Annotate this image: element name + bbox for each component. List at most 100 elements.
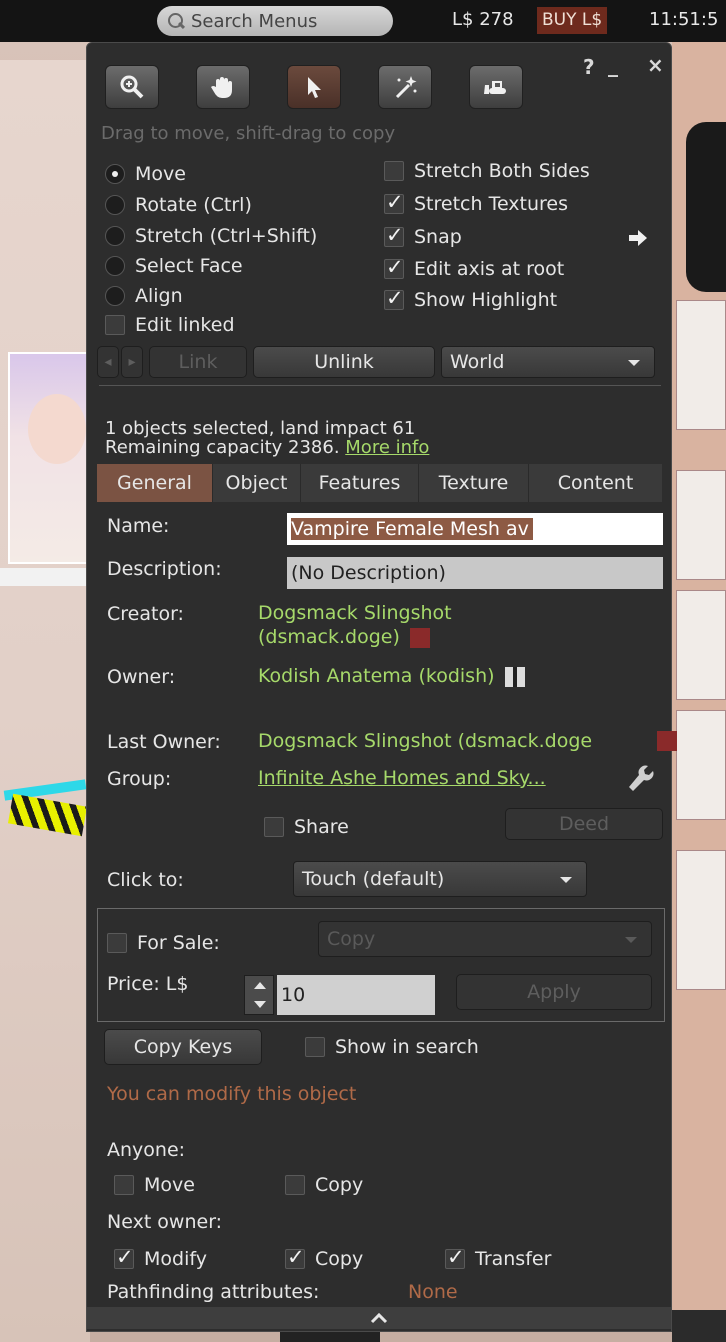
link-button[interactable]: Link — [149, 346, 247, 378]
status-bar: Search Menus L$ 278 BUY L$ 11:51:5 — [0, 0, 726, 42]
checkbox-box[interactable] — [384, 223, 404, 247]
last-owner-label: Last Owner: — [107, 731, 221, 753]
arrow-right-icon[interactable] — [627, 227, 649, 249]
price-input[interactable]: 10 — [277, 975, 435, 1015]
spinner-up-icon[interactable] — [254, 982, 266, 989]
creator-profile-icon[interactable] — [409, 627, 430, 648]
radio-align[interactable]: Align — [105, 285, 183, 307]
owner-profile-icon[interactable] — [504, 666, 525, 687]
tab-texture[interactable]: Texture — [419, 464, 529, 502]
tab-content[interactable]: Content — [529, 464, 662, 502]
more-info-link[interactable]: More info — [345, 437, 429, 458]
collapse-handle[interactable] — [87, 1307, 671, 1329]
anyone-move-checkbox[interactable]: Move — [114, 1174, 195, 1196]
stretch-textures-checkbox[interactable]: Stretch Textures — [384, 190, 568, 215]
minimize-button[interactable]: _ — [608, 53, 618, 77]
wrench-icon[interactable] — [627, 765, 657, 795]
creator-username[interactable]: (dsmack.doge) — [258, 625, 430, 649]
move-tool-button[interactable] — [196, 65, 250, 109]
sale-type-value: Copy — [327, 928, 376, 950]
checkbox-box[interactable] — [264, 817, 284, 837]
checkbox-label: Share — [294, 816, 349, 838]
radio-stretch[interactable]: Stretch (Ctrl+Shift) — [105, 225, 317, 247]
apply-button[interactable]: Apply — [456, 974, 652, 1010]
checkbox-label: Modify — [144, 1248, 207, 1270]
checkbox-box[interactable] — [107, 933, 127, 953]
radio-move[interactable]: Move — [105, 163, 186, 185]
radio-indicator[interactable] — [105, 195, 125, 215]
tab-object[interactable]: Object — [213, 464, 301, 502]
create-tool-button[interactable] — [378, 65, 432, 109]
buy-currency-button[interactable]: BUY L$ — [537, 7, 608, 34]
edit-axis-at-root-checkbox[interactable]: Edit axis at root — [384, 255, 564, 280]
checkbox-box[interactable] — [105, 315, 125, 335]
radio-rotate[interactable]: Rotate (Ctrl) — [105, 194, 252, 216]
checkbox-box[interactable] — [305, 1037, 325, 1057]
stretch-both-sides-checkbox[interactable]: Stretch Both Sides — [384, 160, 590, 182]
radio-indicator[interactable] — [105, 164, 125, 184]
description-field[interactable]: (No Description) — [287, 557, 663, 589]
checkbox-box[interactable] — [384, 190, 404, 214]
next-owner-copy-checkbox[interactable]: Copy — [285, 1245, 363, 1270]
next-owner-transfer-checkbox[interactable]: Transfer — [445, 1245, 551, 1270]
price-spinner[interactable] — [244, 975, 274, 1015]
bulldozer-icon — [484, 81, 506, 94]
checkbox-box[interactable] — [114, 1245, 134, 1269]
name-field[interactable]: Vampire Female Mesh av — [287, 513, 663, 545]
search-menus-input[interactable]: Search Menus — [157, 6, 393, 36]
click-action-value: Touch (default) — [302, 868, 445, 890]
sale-type-dropdown[interactable]: Copy — [318, 921, 652, 957]
snap-checkbox[interactable]: Snap — [384, 223, 462, 248]
help-button[interactable]: ? — [583, 55, 595, 79]
checkbox-box[interactable] — [285, 1245, 305, 1269]
next-owner-modify-checkbox[interactable]: Modify — [114, 1245, 207, 1270]
scene-right-poster-2 — [676, 470, 726, 580]
prev-link-button[interactable]: ◂ — [97, 346, 119, 378]
edit-linked-checkbox[interactable]: Edit linked — [105, 314, 235, 336]
last-owner-profile-icon[interactable] — [657, 731, 677, 751]
radio-indicator[interactable] — [105, 256, 125, 276]
share-checkbox[interactable]: Share — [264, 816, 349, 838]
edit-tool-button[interactable] — [287, 65, 341, 109]
tab-features[interactable]: Features — [301, 464, 419, 502]
scene-poster — [8, 352, 88, 564]
copy-keys-button[interactable]: Copy Keys — [104, 1029, 262, 1065]
description-label: Description: — [107, 558, 222, 580]
build-tools-floater[interactable]: ? _ × Drag to move, shift-drag to copy M… — [86, 42, 677, 1332]
radio-indicator[interactable] — [105, 286, 125, 306]
checkbox-label: Show Highlight — [414, 289, 558, 311]
creator-name-link[interactable]: Dogsmack Slingshot — [258, 601, 452, 625]
show-highlight-checkbox[interactable]: Show Highlight — [384, 286, 558, 311]
deed-button[interactable]: Deed — [505, 808, 663, 840]
next-owner-label: Next owner: — [107, 1211, 223, 1233]
ruler-mode-dropdown[interactable]: World — [441, 346, 655, 378]
for-sale-checkbox[interactable]: For Sale: — [107, 932, 220, 954]
scene-right-poster-3 — [676, 590, 726, 700]
checkbox-box[interactable] — [114, 1175, 134, 1195]
group-link[interactable]: Infinite Ashe Homes and Sky... — [258, 766, 546, 790]
checkbox-box[interactable] — [384, 161, 404, 181]
next-link-button[interactable]: ▸ — [121, 346, 143, 378]
name-field-value: Vampire Female Mesh av — [291, 518, 533, 540]
click-action-dropdown[interactable]: Touch (default) — [293, 861, 587, 897]
show-in-search-checkbox[interactable]: Show in search — [305, 1036, 479, 1058]
checkbox-box[interactable] — [384, 255, 404, 279]
last-owner-link[interactable]: Dogsmack Slingshot (dsmack.doge — [258, 729, 592, 753]
land-tool-button[interactable] — [469, 65, 523, 109]
checkbox-box[interactable] — [445, 1245, 465, 1269]
search-icon — [167, 12, 185, 30]
close-button[interactable]: × — [647, 53, 664, 77]
radio-select-face[interactable]: Select Face — [105, 255, 243, 277]
drag-hint: Drag to move, shift-drag to copy — [101, 123, 396, 144]
anyone-copy-checkbox[interactable]: Copy — [285, 1174, 363, 1196]
checkbox-box[interactable] — [285, 1175, 305, 1195]
tab-general[interactable]: General — [97, 464, 213, 502]
magic-wand-icon — [395, 76, 417, 99]
spinner-down-icon[interactable] — [254, 1001, 266, 1008]
radio-indicator[interactable] — [105, 226, 125, 246]
focus-tool-button[interactable] — [105, 65, 159, 109]
checkbox-box[interactable] — [384, 286, 404, 310]
unlink-button[interactable]: Unlink — [253, 346, 435, 378]
owner-link[interactable]: Kodish Anatema (kodish) — [258, 664, 525, 688]
linden-balance[interactable]: L$ 278 — [452, 9, 514, 30]
